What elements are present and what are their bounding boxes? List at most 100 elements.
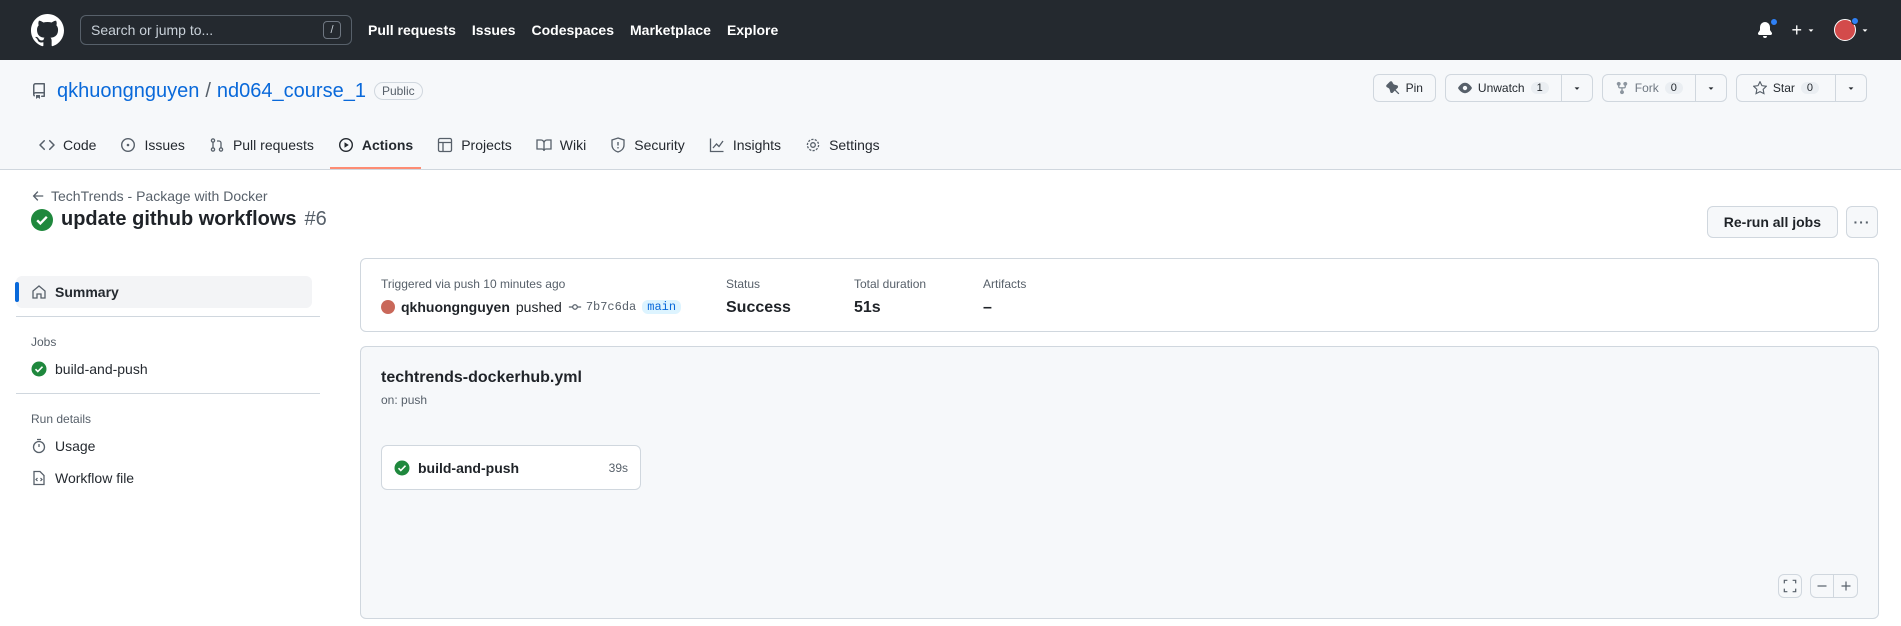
- repo-header: qkhuongnguyen / nd064_course_1 Public Pi…: [0, 60, 1901, 170]
- duration-label: Total duration: [854, 277, 927, 291]
- tab-code-label: Code: [63, 137, 97, 153]
- github-logo-icon[interactable]: [31, 13, 64, 47]
- star-dropdown-button[interactable]: [1836, 74, 1867, 102]
- tab-code[interactable]: Code: [31, 137, 104, 169]
- tab-projects-label: Projects: [461, 137, 512, 153]
- fork-icon: [1616, 81, 1627, 95]
- sidebar-item-job[interactable]: build-and-push: [16, 353, 320, 385]
- star-icon: [1752, 81, 1767, 95]
- search-placeholder: Search or jump to...: [91, 22, 214, 38]
- duration-info: Total duration 51s: [854, 277, 926, 317]
- nav-issues[interactable]: Issues: [472, 22, 516, 38]
- nav-explore[interactable]: Explore: [727, 22, 778, 38]
- tab-wiki[interactable]: Wiki: [528, 137, 594, 169]
- job-duration: 39s: [608, 460, 628, 475]
- trigger-user-link[interactable]: qkhuongnguyen: [401, 299, 510, 315]
- tab-insights[interactable]: Insights: [701, 137, 789, 169]
- job-node-build-and-push[interactable]: build-and-push 39s: [381, 445, 641, 490]
- rerun-all-jobs-button[interactable]: Re-run all jobs: [1706, 206, 1838, 238]
- tab-actions[interactable]: Actions: [329, 137, 422, 169]
- caret-down-icon: [1848, 87, 1854, 90]
- tab-pull-requests[interactable]: Pull requests: [201, 137, 322, 169]
- arrow-left-icon: [32, 191, 44, 201]
- tab-issues[interactable]: Issues: [112, 137, 192, 169]
- tab-issues-label: Issues: [144, 137, 185, 153]
- caret-down-icon: [1862, 29, 1868, 32]
- trigger-action: pushed: [515, 299, 562, 315]
- status-info: Status Success: [726, 277, 791, 317]
- repo-owner-link[interactable]: qkhuongnguyen: [57, 80, 199, 103]
- run-summary-card: Triggered via push 10 minutes ago qkhuon…: [360, 258, 1879, 332]
- caret-down-icon: [1808, 29, 1814, 32]
- more-options-button[interactable]: ···: [1846, 206, 1878, 238]
- home-icon: [32, 285, 46, 299]
- tab-security[interactable]: Security: [602, 137, 693, 169]
- tab-security-label: Security: [634, 137, 685, 153]
- global-header: Search or jump to... / Pull requests Iss…: [0, 0, 1901, 60]
- tab-insights-label: Insights: [732, 137, 782, 153]
- unwatch-button[interactable]: Unwatch 1: [1444, 74, 1562, 102]
- caret-down-icon: [1574, 87, 1580, 90]
- watch-dropdown-button[interactable]: [1561, 74, 1593, 102]
- fork-dropdown-button[interactable]: [1695, 74, 1727, 102]
- sidebar-item-label: Summary: [55, 284, 119, 300]
- commit-sha-link[interactable]: 7b7c6da: [568, 300, 636, 314]
- artifacts-value: –: [983, 299, 992, 316]
- check-circle-fill-icon: [31, 361, 47, 377]
- watch-count: 1: [1530, 82, 1549, 94]
- file-code-icon: [33, 470, 45, 486]
- fork-count: 0: [1664, 82, 1683, 94]
- dash-icon: [1817, 585, 1827, 587]
- pull-request-icon: [210, 138, 224, 152]
- graph-icon: [709, 138, 724, 153]
- commit-sha: 7b7c6da: [585, 300, 637, 314]
- run-sidebar: Summary Jobs build-and-push Run details …: [15, 276, 320, 494]
- check-circle-fill-icon: [394, 460, 410, 475]
- sidebar-item-label: Workflow file: [55, 470, 135, 486]
- nav-codespaces[interactable]: Codespaces: [532, 22, 614, 38]
- create-new-menu[interactable]: +: [1791, 20, 1816, 41]
- branch-label[interactable]: main: [642, 300, 682, 314]
- notification-dot: [1770, 18, 1779, 26]
- user-menu[interactable]: [1834, 17, 1870, 41]
- tab-settings[interactable]: Settings: [797, 137, 888, 169]
- avatar-status-dot: [1851, 17, 1859, 25]
- sidebar-item-summary[interactable]: Summary: [15, 276, 312, 308]
- sidebar-divider: [16, 316, 320, 317]
- sidebar-item-label: Usage: [55, 438, 96, 454]
- nav-pull-requests[interactable]: Pull requests: [368, 22, 456, 38]
- fork-button[interactable]: Fork 0: [1601, 74, 1696, 102]
- shield-icon: [611, 137, 625, 153]
- notifications-bell-icon[interactable]: [1757, 18, 1779, 38]
- search-input[interactable]: Search or jump to... /: [80, 15, 352, 45]
- code-icon: [39, 139, 55, 151]
- tab-actions-label: Actions: [361, 137, 414, 153]
- tab-projects[interactable]: Projects: [429, 137, 520, 169]
- job-name: build-and-push: [418, 459, 520, 476]
- play-icon: [338, 137, 353, 153]
- star-count: 0: [1800, 82, 1819, 94]
- pin-button[interactable]: Pin: [1372, 74, 1436, 102]
- star-button-group: Star 0: [1735, 74, 1867, 102]
- zoom-in-button[interactable]: [1834, 574, 1858, 598]
- unwatch-label: Unwatch: [1477, 81, 1525, 95]
- fullscreen-button[interactable]: [1778, 574, 1802, 598]
- issue-icon: [121, 137, 136, 153]
- trigger-info: Triggered via push 10 minutes ago qkhuon…: [381, 277, 682, 315]
- star-button[interactable]: Star 0: [1735, 74, 1836, 102]
- repo-tabs: Code Issues Pull requests Actions Projec…: [31, 137, 896, 169]
- nav-marketplace[interactable]: Marketplace: [630, 22, 711, 38]
- avatar[interactable]: [381, 300, 395, 314]
- workflow-file-name: techtrends-dockerhub.yml: [381, 369, 582, 386]
- trigger-line: qkhuongnguyen pushed 7b7c6da main: [381, 299, 682, 315]
- artifacts-info: Artifacts –: [983, 277, 1026, 317]
- zoom-out-button[interactable]: [1810, 574, 1834, 598]
- repo-icon: [33, 83, 45, 99]
- sidebar-item-workflow-file[interactable]: Workflow file: [16, 462, 320, 494]
- workflow-back-link[interactable]: TechTrends - Package with Docker: [31, 188, 268, 204]
- repo-name-link[interactable]: nd064_course_1: [217, 80, 366, 103]
- header-right: +: [1757, 17, 1870, 41]
- tab-wiki-label: Wiki: [559, 137, 587, 153]
- star-label: Star: [1772, 81, 1795, 95]
- sidebar-item-usage[interactable]: Usage: [16, 430, 320, 462]
